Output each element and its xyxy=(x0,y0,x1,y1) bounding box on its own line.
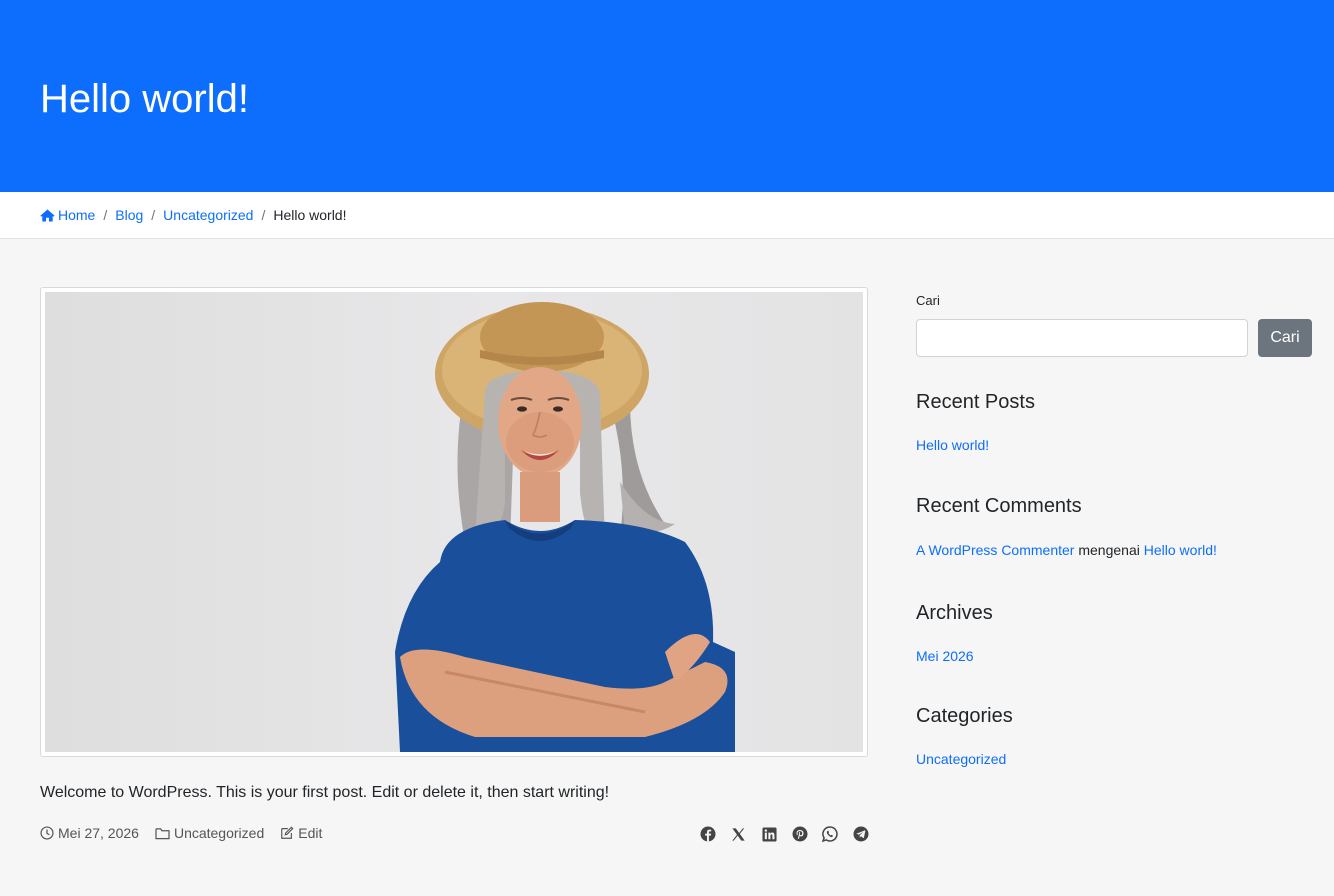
featured-image xyxy=(45,292,863,752)
archives-title: Archives xyxy=(916,602,993,624)
page-title: Hello world! xyxy=(40,77,249,121)
share-bar xyxy=(699,825,870,843)
categories-title: Categories xyxy=(916,705,1013,727)
recent-comment-item: A WordPress Commenter mengenai Hello wor… xyxy=(916,542,1217,558)
breadcrumb-separator: / xyxy=(103,207,108,223)
breadcrumb-home[interactable]: Home xyxy=(40,207,95,223)
search-input[interactable] xyxy=(916,319,1248,357)
search-label: Cari xyxy=(916,293,940,308)
clock-icon xyxy=(40,826,54,840)
breadcrumb-separator: / xyxy=(261,207,266,223)
recent-comments-title: Recent Comments xyxy=(916,495,1082,517)
pinterest-icon xyxy=(792,826,807,842)
edit-post-link[interactable]: Edit xyxy=(280,825,322,841)
post-category-label: Uncategorized xyxy=(173,825,265,841)
share-facebook-button[interactable] xyxy=(699,825,717,843)
facebook-icon xyxy=(700,826,716,842)
share-linkedin-button[interactable] xyxy=(760,825,778,843)
post-date: Mei 27, 2026 xyxy=(40,825,139,841)
category-link[interactable]: Uncategorized xyxy=(916,751,1006,767)
share-telegram-button[interactable] xyxy=(852,825,870,843)
folder-icon xyxy=(155,827,170,839)
post-category-link[interactable]: Uncategorized xyxy=(155,825,264,841)
x-icon xyxy=(732,827,745,841)
featured-image-frame xyxy=(40,287,868,757)
comment-connector: mengenai xyxy=(1078,542,1140,558)
edit-icon xyxy=(281,826,294,839)
share-pinterest-button[interactable] xyxy=(791,825,809,843)
recent-posts-title: Recent Posts xyxy=(916,391,1035,413)
share-x-button[interactable] xyxy=(730,825,748,843)
whatsapp-icon xyxy=(822,826,838,842)
recent-posts-list: Hello world! xyxy=(916,437,989,453)
post-meta: Mei 27, 2026 Uncategorized Edit xyxy=(40,825,338,841)
breadcrumb-blog[interactable]: Blog xyxy=(115,207,143,223)
page-header: Hello world! xyxy=(0,0,1334,192)
share-whatsapp-button[interactable] xyxy=(821,825,839,843)
breadcrumb-bar: Home / Blog / Uncategorized / Hello worl… xyxy=(0,192,1334,239)
categories-list: Uncategorized xyxy=(916,751,1006,767)
home-icon xyxy=(40,209,55,222)
breadcrumb-home-label: Home xyxy=(58,207,96,223)
telegram-icon xyxy=(853,826,868,842)
post-content: Welcome to WordPress. This is your first… xyxy=(40,784,610,801)
linkedin-icon xyxy=(761,826,777,842)
comment-author-link[interactable]: A WordPress Commenter xyxy=(916,542,1074,558)
post-date-label: Mei 27, 2026 xyxy=(58,825,139,841)
search-button[interactable]: Cari xyxy=(1258,319,1312,357)
breadcrumb: Home / Blog / Uncategorized / Hello worl… xyxy=(40,207,346,223)
recent-post-link[interactable]: Hello world! xyxy=(916,437,989,453)
archives-list: Mei 2026 xyxy=(916,648,974,664)
archive-link[interactable]: Mei 2026 xyxy=(916,648,974,664)
comment-post-link[interactable]: Hello world! xyxy=(1144,542,1217,558)
breadcrumb-separator: / xyxy=(151,207,156,223)
breadcrumb-category[interactable]: Uncategorized xyxy=(163,207,253,223)
woman-portrait-illustration xyxy=(395,302,735,752)
breadcrumb-current: Hello world! xyxy=(273,207,347,223)
edit-post-label: Edit xyxy=(298,825,323,841)
